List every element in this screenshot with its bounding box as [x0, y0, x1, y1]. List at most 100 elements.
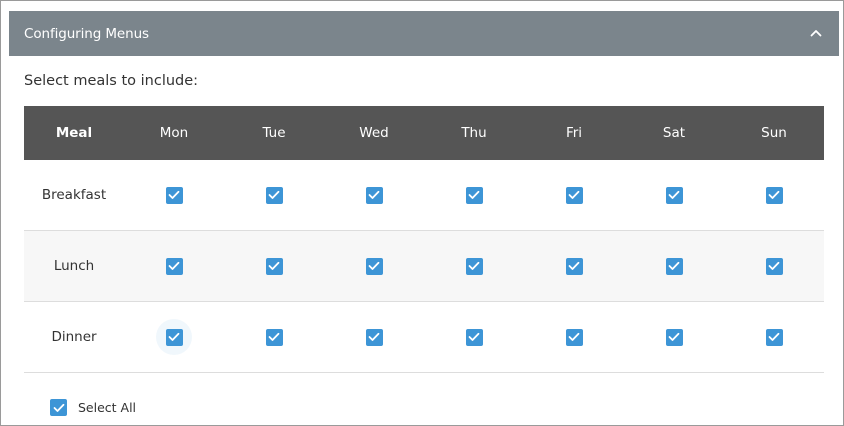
- checkmark-icon: [368, 190, 380, 199]
- checkmark-icon: [468, 332, 480, 341]
- column-header-wed: Wed: [359, 125, 389, 141]
- column-header-sun: Sun: [761, 125, 787, 141]
- checkbox-dinner-tue[interactable]: [265, 328, 283, 346]
- checkbox-lunch-sat[interactable]: [665, 257, 683, 275]
- checkbox-lunch-sun[interactable]: [765, 257, 783, 275]
- checkmark-icon: [768, 190, 780, 199]
- column-header-mon: Mon: [159, 125, 189, 141]
- checkbox-cell: [724, 231, 824, 301]
- column-header-meal: Meal: [55, 125, 93, 141]
- checkbox-cell: [524, 302, 624, 372]
- checkbox-dinner-wed[interactable]: [365, 328, 383, 346]
- checkbox-cell: [324, 231, 424, 301]
- checkbox-cell: [224, 231, 324, 301]
- checkmark-icon: [568, 261, 580, 270]
- checkbox-cell: [524, 160, 624, 230]
- chevron-up-icon: [810, 30, 822, 37]
- checkbox-cell: [624, 160, 724, 230]
- checkbox-cell: [124, 160, 224, 230]
- checkbox-dinner-mon[interactable]: [165, 328, 183, 346]
- checkbox-cell: [424, 231, 524, 301]
- checkbox-wrapper: [456, 319, 492, 355]
- checkbox-wrapper: [756, 248, 792, 284]
- checkbox-lunch-fri[interactable]: [565, 257, 583, 275]
- checkbox-dinner-sat[interactable]: [665, 328, 683, 346]
- checkbox-lunch-tue[interactable]: [265, 257, 283, 275]
- checkmark-icon: [268, 190, 280, 199]
- checkmark-icon: [368, 332, 380, 341]
- checkbox-breakfast-tue[interactable]: [265, 186, 283, 204]
- checkbox-dinner-sun[interactable]: [765, 328, 783, 346]
- checkbox-cell: [424, 160, 524, 230]
- select-all-checkbox[interactable]: [50, 399, 67, 416]
- checkmark-icon: [568, 332, 580, 341]
- checkbox-wrapper: [356, 248, 392, 284]
- checkbox-wrapper: [256, 177, 292, 213]
- checkbox-wrapper: [556, 177, 592, 213]
- panel-title: Configuring Menus: [24, 25, 149, 42]
- checkbox-breakfast-mon[interactable]: [165, 186, 183, 204]
- checkbox-cell: [224, 302, 324, 372]
- table-row: Lunch: [24, 231, 824, 302]
- column-header-thu: Thu: [461, 125, 487, 141]
- checkbox-cell: [424, 302, 524, 372]
- checkbox-wrapper: [256, 248, 292, 284]
- checkmark-icon: [668, 190, 680, 199]
- checkbox-cell: [324, 302, 424, 372]
- checkbox-breakfast-wed[interactable]: [365, 186, 383, 204]
- panel-header[interactable]: Configuring Menus: [9, 11, 839, 56]
- checkbox-cell: [324, 160, 424, 230]
- checkbox-wrapper: [556, 319, 592, 355]
- collapse-button[interactable]: [803, 20, 829, 46]
- checkbox-cell: [724, 160, 824, 230]
- checkbox-wrapper: [356, 177, 392, 213]
- checkmark-icon: [368, 261, 380, 270]
- column-header-sat: Sat: [662, 125, 686, 141]
- table-row: Breakfast: [24, 160, 824, 231]
- column-header-tue: Tue: [262, 125, 286, 141]
- checkbox-lunch-mon[interactable]: [165, 257, 183, 275]
- checkbox-breakfast-thu[interactable]: [465, 186, 483, 204]
- checkbox-wrapper: [756, 177, 792, 213]
- checkmark-icon: [668, 261, 680, 270]
- checkbox-cell: [724, 302, 824, 372]
- checkbox-wrapper: [656, 319, 692, 355]
- checkbox-wrapper: [456, 248, 492, 284]
- checkbox-wrapper: [256, 319, 292, 355]
- checkmark-icon: [168, 332, 180, 341]
- checkbox-dinner-fri[interactable]: [565, 328, 583, 346]
- checkbox-breakfast-sun[interactable]: [765, 186, 783, 204]
- meal-grid: Meal Mon Tue Wed Thu Fri Sat Sun Breakfa…: [24, 106, 824, 373]
- grid-body: Breakfast Lunch Dinner: [24, 160, 824, 373]
- checkmark-icon: [53, 403, 64, 412]
- checkbox-cell: [124, 231, 224, 301]
- checkbox-lunch-wed[interactable]: [365, 257, 383, 275]
- checkbox-cell: [624, 231, 724, 301]
- meal-label: Breakfast: [41, 187, 107, 203]
- checkmark-icon: [268, 332, 280, 341]
- checkbox-wrapper: [656, 177, 692, 213]
- checkmark-icon: [768, 261, 780, 270]
- checkbox-dinner-thu[interactable]: [465, 328, 483, 346]
- checkmark-icon: [568, 190, 580, 199]
- app-frame: Configuring Menus Select meals to includ…: [0, 0, 844, 426]
- checkmark-icon: [168, 261, 180, 270]
- checkbox-wrapper: [456, 177, 492, 213]
- instruction-text: Select meals to include:: [24, 73, 199, 89]
- checkbox-breakfast-sat[interactable]: [665, 186, 683, 204]
- checkbox-cell: [524, 231, 624, 301]
- checkbox-lunch-thu[interactable]: [465, 257, 483, 275]
- select-all-label: Select All: [78, 400, 137, 415]
- checkmark-icon: [168, 190, 180, 199]
- checkmark-icon: [268, 261, 280, 270]
- checkbox-wrapper: [156, 248, 192, 284]
- checkmark-icon: [668, 332, 680, 341]
- meal-label: Lunch: [53, 258, 95, 274]
- table-row: Dinner: [24, 302, 824, 373]
- checkmark-icon: [768, 332, 780, 341]
- checkbox-wrapper: [356, 319, 392, 355]
- checkbox-breakfast-fri[interactable]: [565, 186, 583, 204]
- checkbox-wrapper: [556, 248, 592, 284]
- checkmark-icon: [468, 261, 480, 270]
- select-all-control[interactable]: Select All: [50, 399, 136, 416]
